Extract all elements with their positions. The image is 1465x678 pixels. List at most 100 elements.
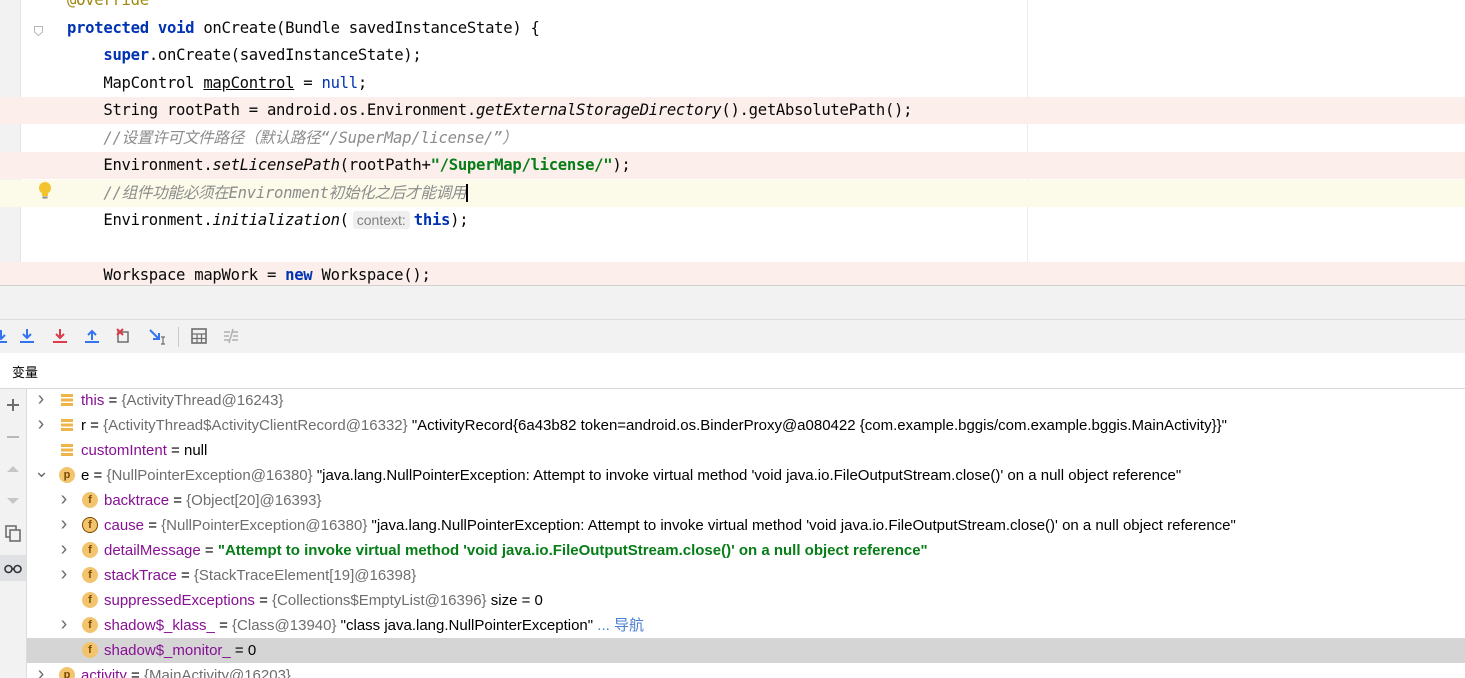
variables-tree[interactable]: › this = {ActivityThread@16243} › r = {Acti… [27,389,1465,678]
variable-list-icon [59,392,75,408]
expand-arrow-icon[interactable]: › [57,488,71,513]
variable-row[interactable]: f shadow$_monitor_ = 0 [27,638,1465,663]
expand-arrow-icon[interactable]: › [34,389,48,413]
variable-name: customIntent [81,442,167,459]
code-text: Environment.setLicensePath(rootPath+"/Su… [67,152,630,179]
text-caret [466,184,469,202]
variable-value: "java.lang.NullPointerException: Attempt… [316,467,1182,484]
code-line[interactable]: Workspace mapWork = new Workspace(); [0,262,1465,285]
code-token: ; [357,73,367,92]
variable-type: {Object[20]@16393} [186,492,322,509]
code-line[interactable]: //设置许可文件路径（默认路径“/SuperMap/license/”） [0,125,1465,152]
variable-row[interactable]: › f backtrace = {Object[20]@16393} [27,488,1465,513]
code-line[interactable]: Environment.initialization(context: this)… [0,207,1465,234]
code-token: ); [450,211,469,229]
code-editor[interactable]: @Override protected void onCreate(Bundle … [0,0,1465,285]
run-to-cursor-icon[interactable] [147,326,167,346]
code-text: //设置许可文件路径（默认路径“/SuperMap/license/”） [67,125,517,152]
code-line[interactable]: @Override [0,0,1465,14]
code-token: = [294,73,322,92]
variable-row[interactable]: › f detailMessage = "Attempt to invoke vir… [27,538,1465,563]
expand-arrow-icon[interactable]: › [34,663,48,678]
watches-side-toolbar [0,389,27,678]
code-token: //组件功能必须在Environment初始化之后才能调用 [67,183,467,202]
variable-row[interactable]: › p activity = {MainActivity@16203} [27,663,1465,678]
variable-row[interactable]: customIntent = null [27,438,1465,463]
expand-arrow-icon[interactable]: › [57,513,71,538]
variable-text: detailMessage = "Attempt to invoke virtu… [104,538,928,563]
variable-value: "Attempt to invoke virtual method 'void … [217,542,928,559]
collapse-arrow-icon[interactable]: ⌄ [34,462,49,488]
show-watches-toggle[interactable] [0,555,26,581]
code-line[interactable]: //组件功能必须在Environment初始化之后才能调用 [0,179,1465,207]
variable-text: this = {ActivityThread@16243} [81,389,283,413]
force-step-into-icon[interactable] [50,326,70,346]
code-line[interactable]: MapControl mapControl = null; [0,70,1465,97]
drop-frame-icon[interactable] [114,326,134,346]
parameter-icon: p [59,667,75,678]
debug-toolbar [0,319,1465,354]
step-into-icon[interactable] [17,326,37,346]
remove-watch-icon[interactable] [3,427,23,447]
variable-text: stackTrace = {StackTraceElement[19]@1639… [104,563,416,588]
variable-list-icon [59,417,75,433]
variable-row[interactable]: › f shadow$_klass_ = {Class@13940} "class … [27,613,1465,638]
variable-row[interactable]: › r = {ActivityThread$ActivityClientRecor… [27,413,1465,438]
code-token: MapControl [67,73,204,92]
move-up-icon[interactable] [3,459,23,479]
code-token: (rootPath+ [339,156,431,174]
code-token: void [157,18,195,37]
code-line[interactable]: super.onCreate(savedInstanceState); [0,42,1465,69]
code-line[interactable]: String rootPath = android.os.Environment… [0,97,1465,124]
variable-equals: = [176,567,194,584]
variable-equals: = [104,392,122,409]
copy-icon[interactable] [3,523,23,543]
field-icon: f [82,517,98,533]
variable-row[interactable]: › this = {ActivityThread@16243} [27,389,1465,413]
navigate-link[interactable]: ... 导航 [597,617,644,634]
code-token: initialization [212,211,340,229]
variable-equals: = [254,592,273,609]
variable-name: cause [104,517,145,534]
expand-arrow-icon[interactable]: › [57,613,71,638]
code-line[interactable]: protected void onCreate(Bundle savedInst… [0,15,1465,42]
move-down-icon[interactable] [3,491,23,511]
variable-text: cause = {NullPointerException@16380} "ja… [104,513,1236,538]
variable-text: e = {NullPointerException@16380} "java.l… [81,463,1181,488]
variable-name: activity [81,667,127,678]
variable-row[interactable]: f suppressedExceptions = {Collections$Emp… [27,588,1465,613]
variables-tab[interactable]: 变量 [12,362,38,381]
trace-current-stream-icon[interactable] [221,326,241,346]
code-token: String rootPath = android.os.Environment… [67,101,476,119]
code-token: @Override [67,0,149,9]
field-icon: f [82,542,98,558]
variables-header: 变量 [0,353,1465,389]
expand-arrow-icon[interactable]: › [57,538,71,563]
code-text: //组件功能必须在Environment初始化之后才能调用 [67,180,469,207]
expand-arrow-icon[interactable]: › [57,563,71,588]
variable-value: "java.lang.NullPointerException: Attempt… [371,517,1236,534]
code-line[interactable] [0,235,1465,262]
lightbulb-icon[interactable] [37,181,53,201]
code-token: this [413,211,451,229]
code-token: Workspace(); [312,266,431,284]
variable-equals: = 0 [230,642,257,659]
step-out-icon[interactable] [82,326,102,346]
variable-row[interactable]: › f cause = {NullPointerException@16380} "… [27,513,1465,538]
code-token: //设置许可文件路径（默认路径“/SuperMap/license/”） [67,128,518,147]
field-icon: f [82,592,98,608]
add-watch-icon[interactable] [3,395,23,415]
evaluate-expression-icon[interactable] [189,326,209,346]
variable-text: suppressedExceptions = {Collections$Empt… [104,588,543,613]
code-line[interactable]: Environment.setLicensePath(rootPath+"/Su… [0,152,1465,179]
expand-arrow-icon[interactable]: › [34,413,48,438]
variable-type: {Collections$EmptyList@16396} [272,592,487,609]
variable-row[interactable]: › f stackTrace = {StackTraceElement[19]@16… [27,563,1465,588]
variable-row[interactable]: ⌄ p e = {NullPointerException@16380} "java… [27,462,1465,488]
step-over-icon[interactable] [0,326,11,346]
variable-list-icon [59,442,75,458]
variable-name: stackTrace [104,567,177,584]
variable-text: r = {ActivityThread$ActivityClientRecord… [81,413,1227,438]
